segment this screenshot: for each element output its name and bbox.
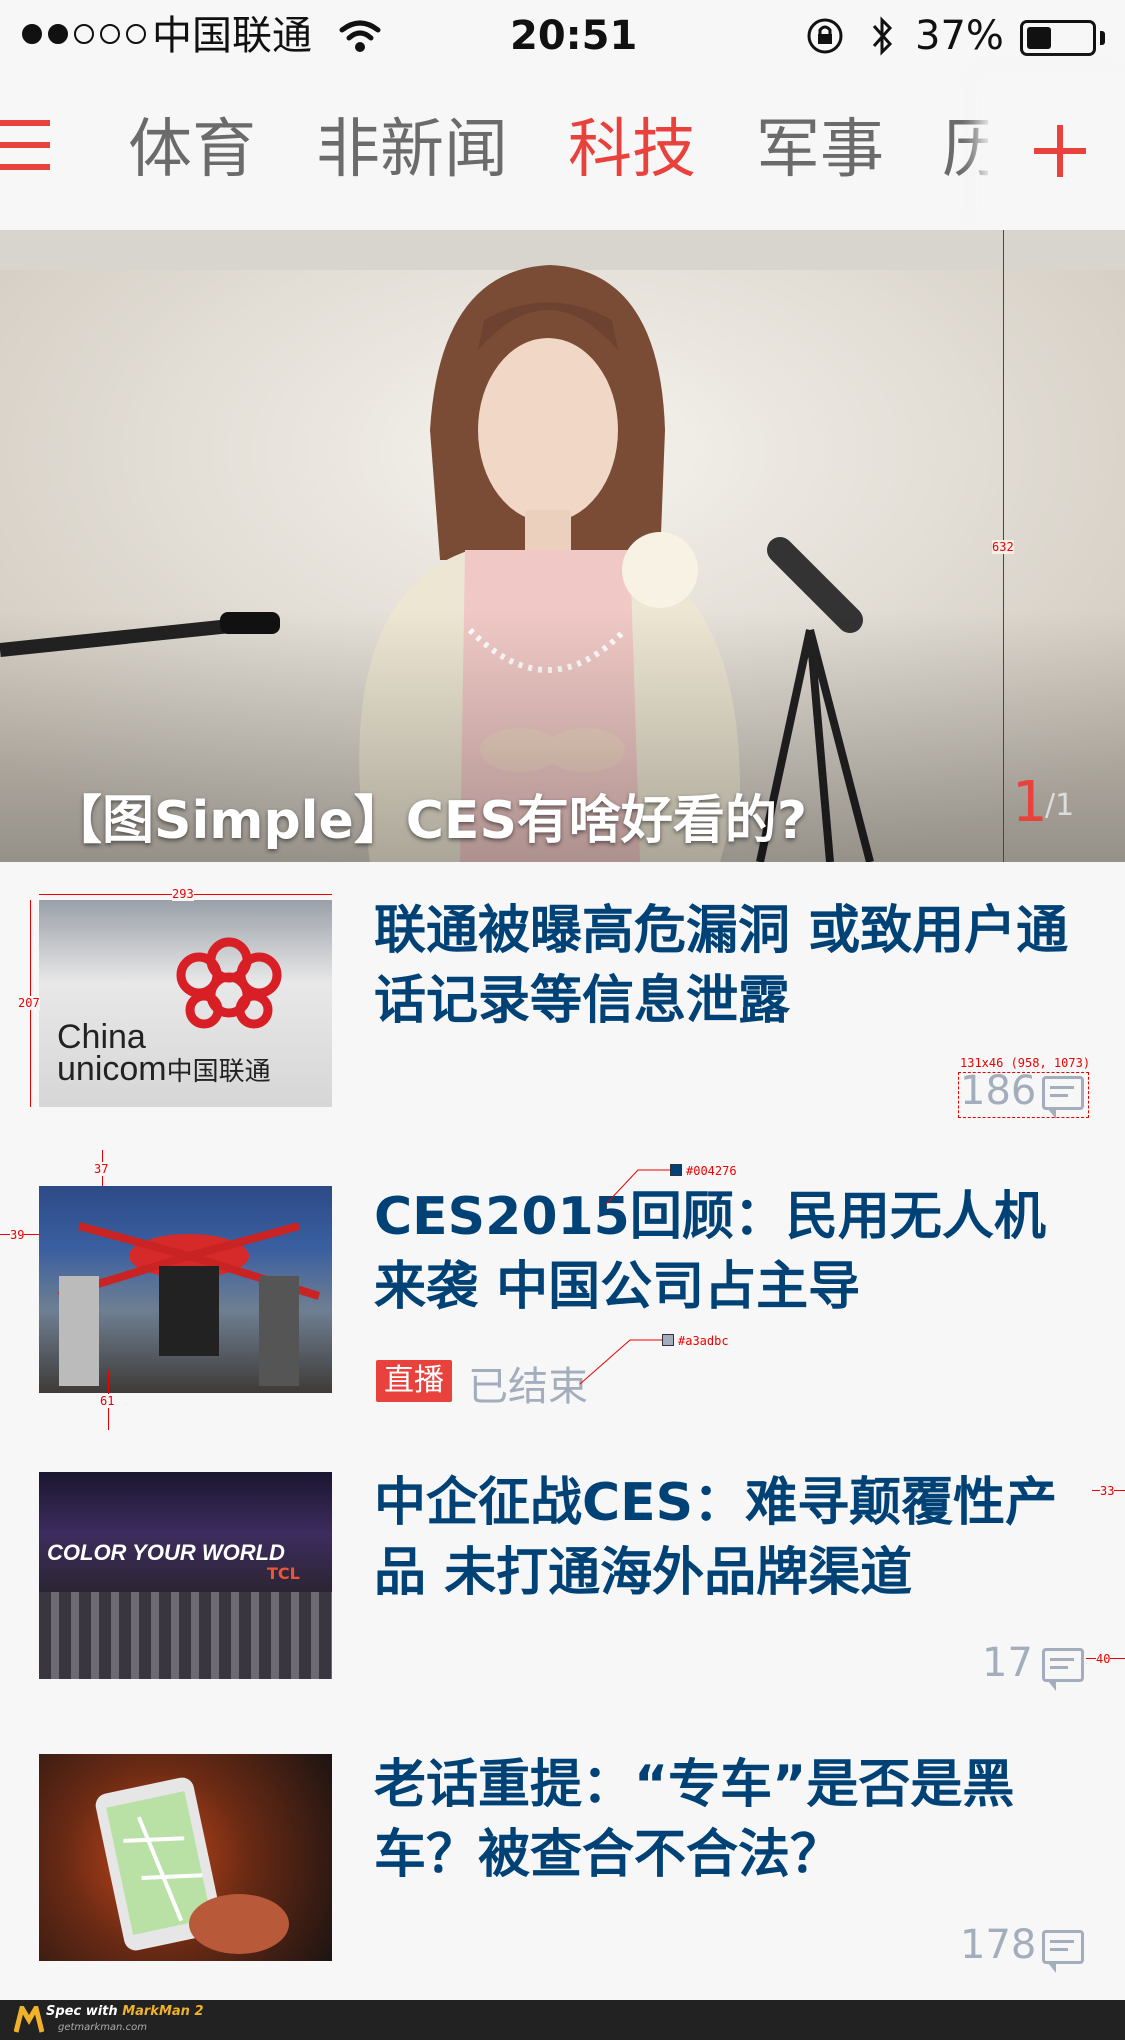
article-title[interactable]: 联通被曝高危漏洞 或致用户通话记录等信息泄露 bbox=[374, 896, 1094, 1036]
tab-tech[interactable]: 科技 bbox=[568, 110, 696, 190]
drone-image bbox=[57, 1222, 321, 1386]
annotation-comment-box bbox=[958, 1072, 1089, 1118]
plus-icon-vertical bbox=[1057, 125, 1063, 177]
rotation-lock-icon bbox=[807, 18, 843, 54]
signal-strength-icon bbox=[22, 24, 152, 48]
comment-count: 17 bbox=[982, 1640, 1033, 1686]
add-channel-button[interactable] bbox=[990, 72, 1125, 230]
annotation-meta-color-swatch bbox=[662, 1334, 674, 1346]
tab-non-news[interactable]: 非新闻 bbox=[316, 110, 508, 190]
tab-military[interactable]: 军事 bbox=[756, 110, 884, 190]
crowd-area bbox=[39, 1592, 332, 1679]
hero-page-current: 1 bbox=[1012, 770, 1048, 835]
news-list-item[interactable]: 老话重提：“专车”是否是黑车？被查合不合法？ 178 bbox=[0, 1716, 1125, 2000]
annotation-comment-box-label: 131x46 (958, 1073) bbox=[960, 1056, 1091, 1070]
thumb-text-unicom-en: unicom bbox=[57, 1050, 167, 1088]
comment-count: 178 bbox=[960, 1922, 1037, 1968]
annotation-thumb-height: 207 bbox=[18, 996, 40, 1010]
battery-percentage: 37% bbox=[915, 13, 1004, 59]
annotation-bottom-gap: 61 bbox=[100, 1394, 115, 1408]
markman-brand-prefix: Spec with bbox=[46, 2004, 118, 2019]
status-bar: 中国联通 20:51 37% bbox=[0, 0, 1125, 72]
article-thumbnail: COLOR YOUR WORLD TCL bbox=[39, 1472, 332, 1679]
markman-logo-icon bbox=[14, 2006, 44, 2033]
battery-icon bbox=[1020, 20, 1096, 56]
markman-brand: Spec with MarkMan 2 bbox=[46, 2004, 204, 2019]
markman-footer: Spec with MarkMan 2 getmarkman.com bbox=[0, 2000, 1125, 2040]
thumb-text-unicom-cn: 中国联通 bbox=[166, 1056, 271, 1086]
tab-history[interactable]: 历 bbox=[942, 110, 988, 190]
tab-sports[interactable]: 体育 bbox=[128, 110, 256, 190]
bluetooth-icon bbox=[872, 16, 893, 56]
article-title[interactable]: 中企征战CES：难寻颠覆性产品 未打通海外品牌渠道 bbox=[374, 1468, 1094, 1608]
carrier-label: 中国联通 bbox=[152, 13, 312, 59]
phone-map-image bbox=[95, 1777, 289, 1954]
annotation-meta-color-pointer bbox=[579, 1339, 662, 1385]
news-list-item[interactable]: China unicom中国联通 联通被曝高危漏洞 或致用户通话记录等信息泄露 … bbox=[0, 862, 1125, 1149]
annotation-left-pad: 39 bbox=[10, 1228, 25, 1242]
annotation-title-color-swatch bbox=[670, 1164, 682, 1176]
status-time: 20:51 bbox=[510, 13, 638, 59]
article-thumbnail: China unicom中国联通 bbox=[39, 900, 332, 1107]
hero-banner[interactable]: 【图Simple】CES有啥好看的? 1 /1 632 bbox=[0, 230, 1125, 862]
annotation-right-pad: 33 bbox=[1100, 1484, 1115, 1498]
channel-nav-bar: 体育 非新闻 科技 军事 历 bbox=[0, 72, 1125, 231]
article-thumbnail bbox=[39, 1754, 332, 1961]
annotation-title-color-pointer bbox=[605, 1169, 670, 1205]
news-list-item[interactable]: COLOR YOUR WORLD TCL 中企征战CES：难寻颠覆性产品 未打通… bbox=[0, 1434, 1125, 1717]
battery-tip bbox=[1100, 31, 1105, 45]
annotation-icon-pad: 40 bbox=[1096, 1652, 1111, 1666]
hero-photo bbox=[0, 230, 1125, 862]
thumb-text-tcl: TCL bbox=[267, 1564, 300, 1583]
news-list-item[interactable]: CES2015回顾：民用无人机来袭 中国公司占主导 直播 已结束 37 39 6… bbox=[0, 1148, 1125, 1435]
menu-icon[interactable] bbox=[0, 120, 60, 180]
markman-url: getmarkman.com bbox=[58, 2022, 147, 2033]
annotation-meta-color: #a3adbc bbox=[678, 1334, 729, 1348]
article-title[interactable]: CES2015回顾：民用无人机来袭 中国公司占主导 bbox=[374, 1182, 1094, 1322]
hero-title[interactable]: 【图Simple】CES有啥好看的? bbox=[50, 778, 807, 853]
live-badge: 直播 bbox=[376, 1360, 452, 1402]
hero-page-total: /1 bbox=[1045, 788, 1075, 823]
annotation-row-gap: 37 bbox=[94, 1162, 109, 1176]
battery-level bbox=[1027, 27, 1051, 49]
channel-tabs: 体育 非新闻 科技 军事 历 bbox=[120, 72, 988, 230]
article-thumbnail bbox=[39, 1186, 332, 1393]
thumb-text-unicom: unicom中国联通 bbox=[57, 1050, 271, 1089]
annotation-title-color: #004276 bbox=[686, 1164, 737, 1178]
wifi-icon bbox=[339, 20, 381, 52]
annotation-hero-height: 632 bbox=[992, 540, 1014, 554]
article-title[interactable]: 老话重提：“专车”是否是黑车？被查合不合法？ bbox=[374, 1750, 1094, 1890]
markman-brand-name: MarkMan 2 bbox=[122, 2004, 204, 2019]
thumb-text-color-your-world: COLOR YOUR WORLD bbox=[47, 1540, 285, 1565]
annotation-thumb-width: 293 bbox=[172, 887, 194, 901]
